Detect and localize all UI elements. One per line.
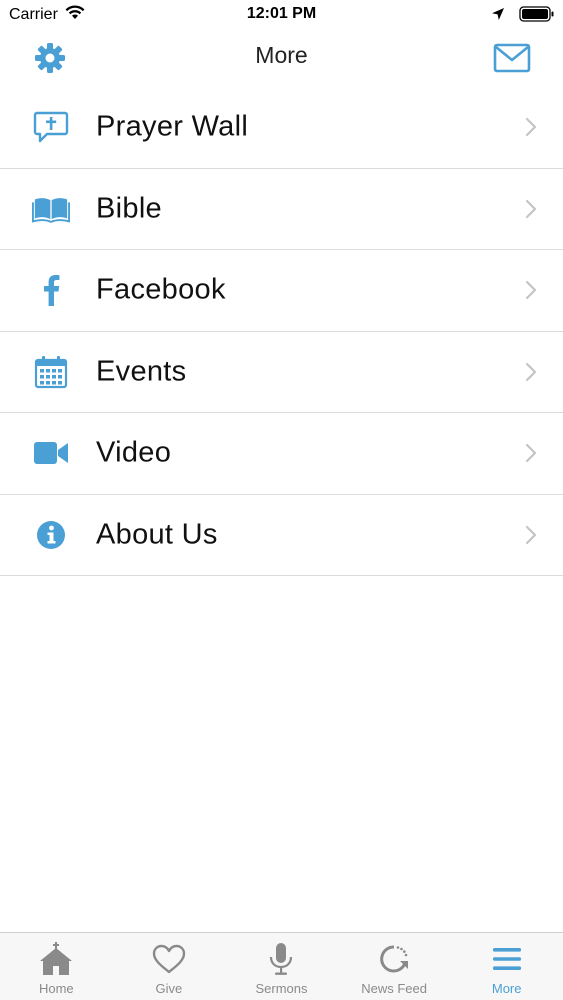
tab-label: Home bbox=[38, 981, 74, 996]
menu-item-prayer-wall[interactable]: Prayer Wall bbox=[0, 87, 563, 169]
tab-give[interactable]: Give bbox=[113, 933, 226, 1000]
nav-bar: More bbox=[0, 30, 563, 86]
chevron-right-icon bbox=[525, 525, 537, 545]
menu-item-label: Bible bbox=[96, 192, 162, 225]
bible-icon bbox=[32, 190, 70, 228]
menu-icon bbox=[489, 941, 525, 977]
page-title: More bbox=[255, 42, 308, 68]
refresh-icon bbox=[376, 941, 412, 977]
microphone-icon bbox=[263, 941, 299, 977]
menu-item-video[interactable]: Video bbox=[0, 413, 563, 495]
tab-label: More bbox=[491, 981, 522, 996]
menu-item-facebook[interactable]: Facebook bbox=[0, 250, 563, 332]
tab-news-feed[interactable]: News Feed bbox=[338, 933, 451, 1000]
prayer-wall-icon bbox=[32, 108, 70, 146]
facebook-icon bbox=[32, 271, 70, 309]
info-icon bbox=[32, 516, 70, 554]
carrier-label: Carrier bbox=[9, 6, 58, 23]
chevron-right-icon bbox=[525, 280, 537, 300]
mail-icon[interactable] bbox=[493, 43, 531, 73]
menu-item-label: Events bbox=[96, 355, 187, 388]
tab-bar: Home Give Sermons News Feed More bbox=[0, 932, 563, 1000]
location-arrow-icon bbox=[491, 7, 505, 26]
church-icon bbox=[38, 941, 74, 977]
tab-sermons[interactable]: Sermons bbox=[225, 933, 338, 1000]
menu-item-label: About Us bbox=[96, 518, 218, 551]
chevron-right-icon bbox=[525, 362, 537, 382]
menu-item-label: Video bbox=[96, 436, 172, 469]
tab-label: Give bbox=[155, 981, 183, 996]
menu-item-label: Prayer Wall bbox=[96, 110, 249, 143]
status-right bbox=[491, 6, 555, 27]
battery-icon bbox=[519, 6, 555, 27]
menu-item-label: Facebook bbox=[96, 273, 226, 306]
menu-item-bible[interactable]: Bible bbox=[0, 169, 563, 250]
video-camera-icon bbox=[32, 434, 70, 472]
menu-item-events[interactable]: Events bbox=[0, 332, 563, 413]
chevron-right-icon bbox=[525, 443, 537, 463]
status-bar: Carrier 12:01 PM bbox=[0, 0, 563, 30]
menu-list: Prayer Wall Bible Facebook Events Video … bbox=[0, 87, 563, 576]
menu-item-about-us[interactable]: About Us bbox=[0, 495, 563, 576]
tab-label: News Feed bbox=[361, 981, 427, 996]
chevron-right-icon bbox=[525, 117, 537, 137]
tab-home[interactable]: Home bbox=[0, 933, 113, 1000]
tab-more[interactable]: More bbox=[450, 933, 563, 1000]
wifi-icon bbox=[65, 5, 85, 25]
calendar-icon bbox=[32, 353, 70, 391]
chevron-right-icon bbox=[525, 199, 537, 219]
heart-icon bbox=[151, 941, 187, 977]
tab-label: Sermons bbox=[255, 981, 308, 996]
status-left: Carrier bbox=[9, 5, 85, 25]
